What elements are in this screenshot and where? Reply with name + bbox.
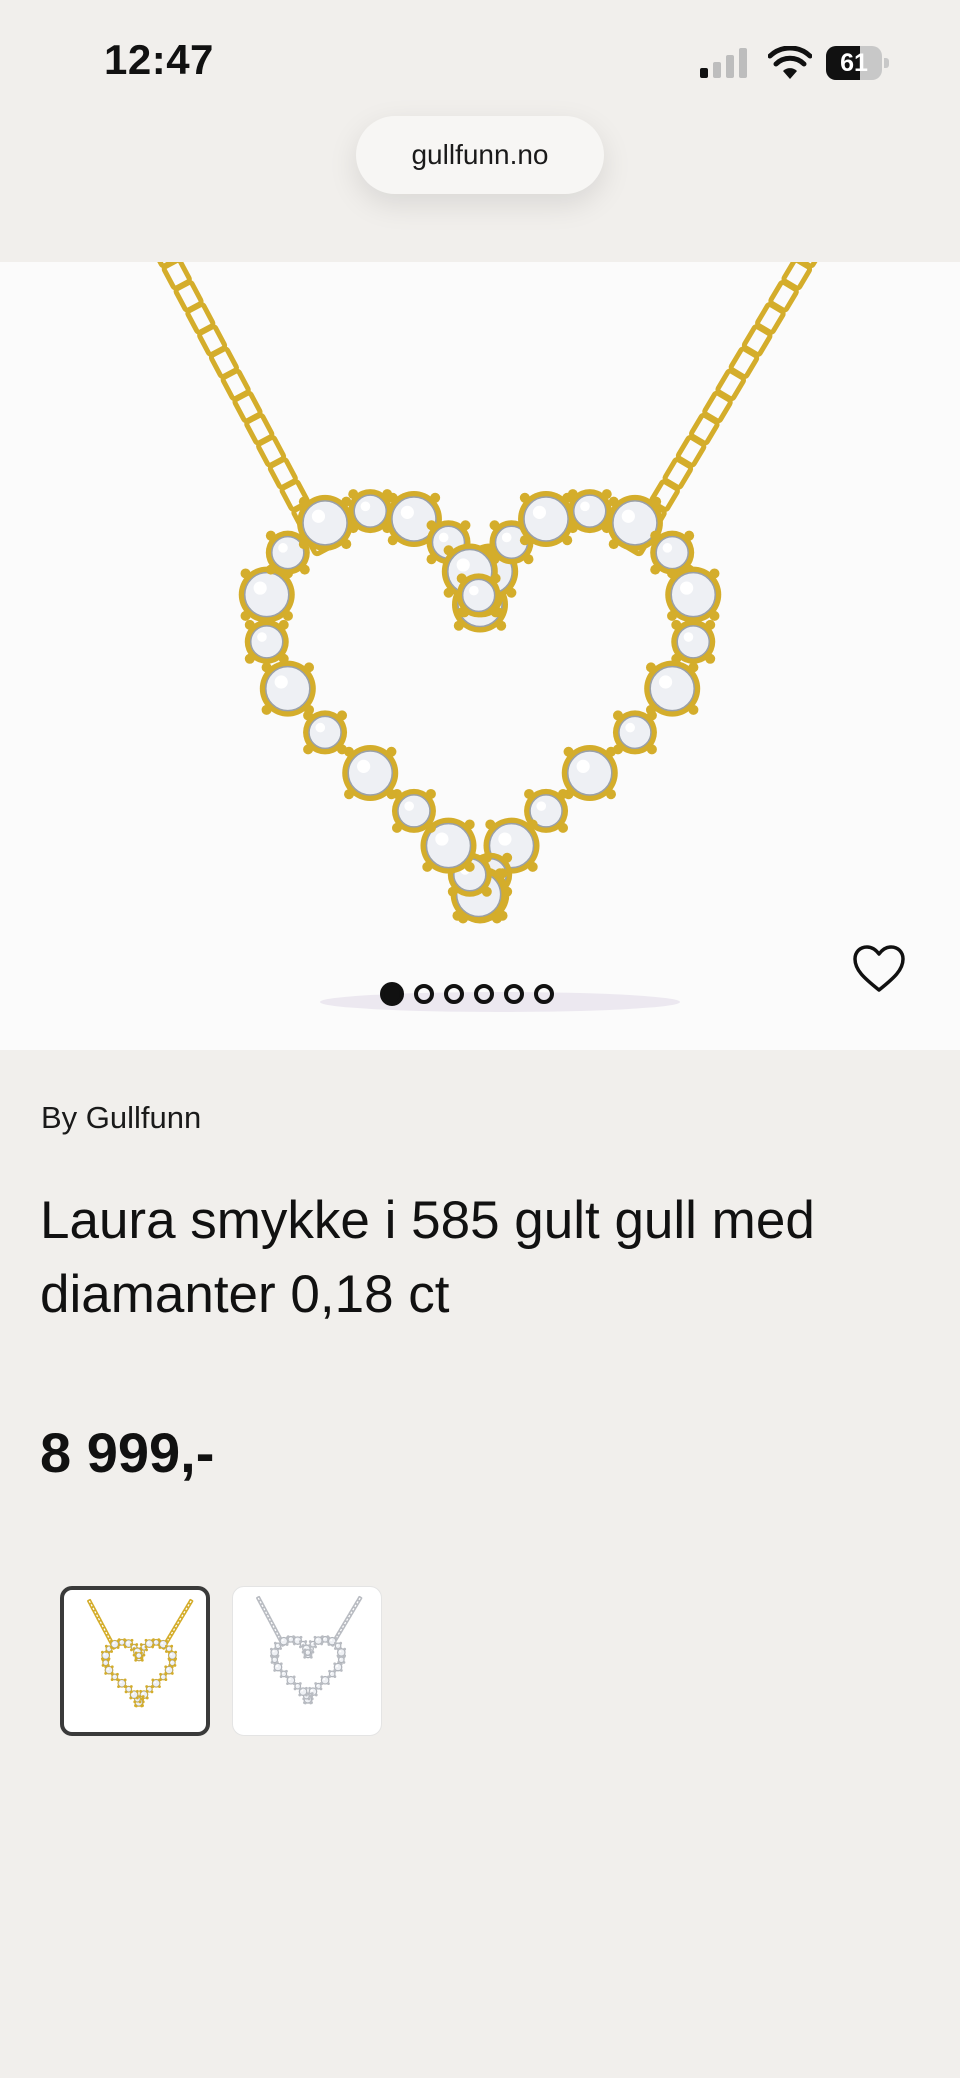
pagination-dot[interactable] [474, 984, 494, 1004]
product-image [149, 262, 826, 1012]
variant-thumbnail-silver[interactable] [232, 1586, 382, 1736]
gallery-pagination[interactable] [380, 982, 554, 1012]
pagination-dot[interactable] [414, 984, 434, 1004]
variant-thumbnail-gold[interactable] [60, 1586, 210, 1736]
pagination-dot[interactable] [504, 984, 524, 1004]
battery-level: 61 [840, 49, 868, 77]
address-bar-url: gullfunn.no [411, 139, 549, 170]
heart-outline-icon[interactable] [852, 944, 906, 994]
status-bar: 12:47 61 [0, 0, 960, 110]
product-price: 8 999,- [40, 1421, 215, 1484]
variant-image-silver [256, 1595, 363, 1705]
battery-icon: 61 [826, 46, 890, 80]
pagination-dot[interactable] [534, 984, 554, 1004]
cellular-signal-icon [700, 48, 748, 78]
product-brand[interactable]: By Gullfunn [41, 1100, 201, 1136]
address-bar[interactable]: gullfunn.no [356, 116, 604, 194]
pagination-dot[interactable] [444, 984, 464, 1004]
product-image-gallery[interactable] [0, 262, 960, 1050]
pagination-dot[interactable] [380, 982, 404, 1006]
variant-image-gold [87, 1598, 194, 1708]
status-time: 12:47 [104, 36, 214, 83]
wifi-icon [768, 46, 812, 79]
product-title: Laura smykke i 585 gult gull med diamant… [40, 1191, 815, 1324]
